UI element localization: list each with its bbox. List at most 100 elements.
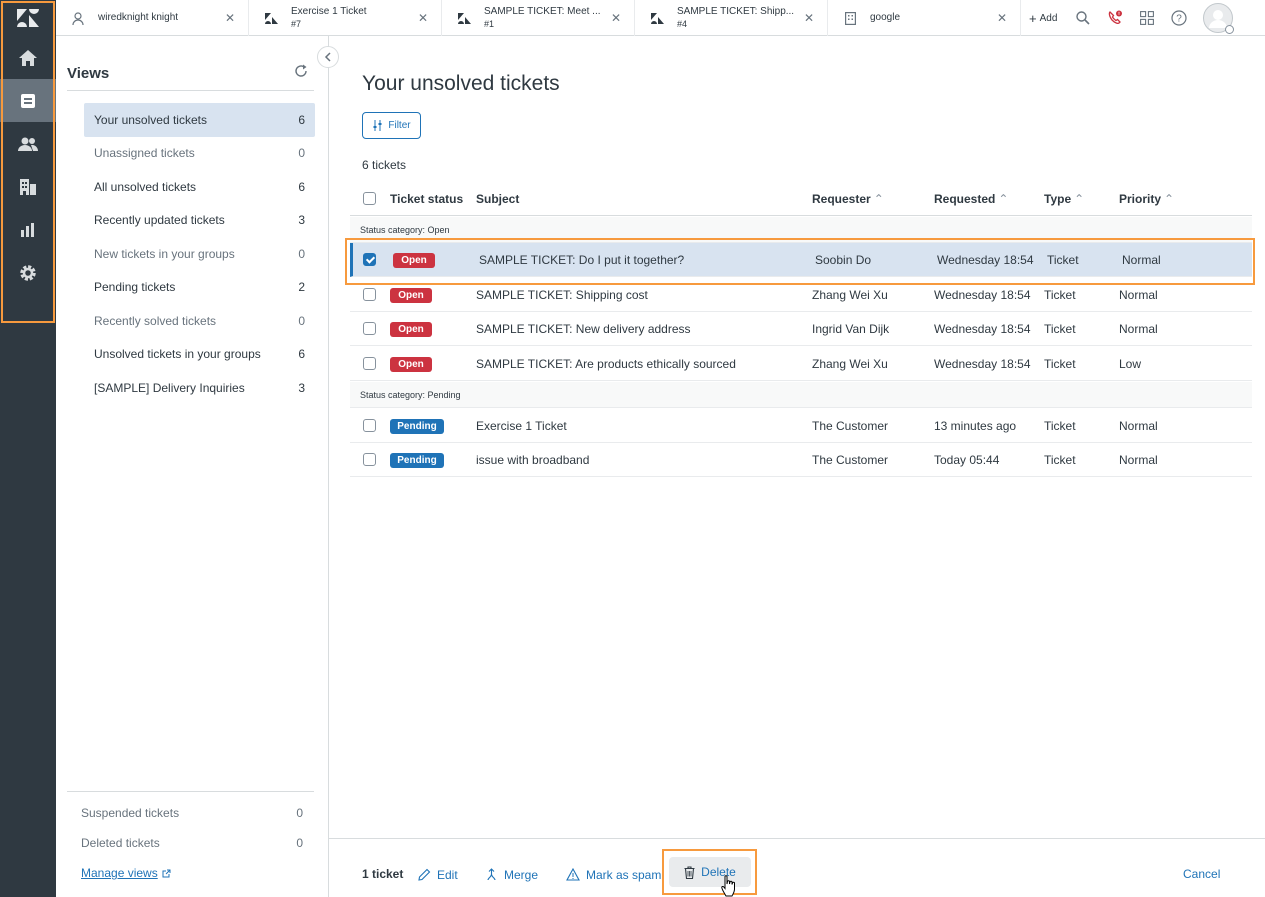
view-item-deleted[interactable]: Deleted tickets 0 — [81, 828, 303, 858]
tab-organization[interactable]: google ✕ — [828, 0, 1021, 36]
svg-text:?: ? — [1177, 14, 1183, 25]
ticket-type: Ticket — [1047, 252, 1079, 267]
organizations-icon[interactable] — [0, 165, 56, 208]
phone-icon[interactable] — [1105, 8, 1125, 28]
customers-icon[interactable] — [0, 122, 56, 165]
trash-icon — [684, 865, 695, 879]
view-item-pending[interactable]: Pending tickets 2 — [84, 271, 315, 305]
table-row[interactable]: Open SAMPLE TICKET: Do I put it together… — [350, 243, 1252, 277]
ticket-requester: Zhang Wei Xu — [812, 356, 888, 371]
edit-button[interactable]: Edit — [418, 861, 458, 888]
sort-icon: ⌃ — [1074, 191, 1085, 206]
column-header-status[interactable]: Ticket status — [390, 192, 476, 206]
tab-subtitle: #7 — [291, 19, 302, 29]
column-header-subject[interactable]: Subject — [476, 192, 812, 206]
bulk-action-bar: 1 ticket Edit Merge Mark as spam Delete … — [329, 838, 1265, 897]
close-icon[interactable]: ✕ — [803, 11, 815, 25]
ticket-subject[interactable]: issue with broadband — [476, 453, 812, 467]
add-button[interactable]: + Add — [1029, 11, 1057, 26]
view-item-unsolved-in-groups[interactable]: Unsolved tickets in your groups 6 — [84, 338, 315, 372]
tab-subtitle: #1 — [484, 19, 495, 29]
table-row[interactable]: Open SAMPLE TICKET: New delivery address… — [350, 312, 1252, 346]
table-row[interactable]: Open SAMPLE TICKET: Are products ethical… — [350, 347, 1252, 381]
close-icon[interactable]: ✕ — [417, 11, 429, 25]
delete-button[interactable]: Delete — [669, 857, 751, 887]
close-icon[interactable]: ✕ — [996, 11, 1008, 25]
reporting-icon[interactable] — [0, 208, 56, 251]
select-all-checkbox[interactable] — [363, 192, 376, 205]
merge-button[interactable]: Merge — [485, 861, 538, 888]
column-header-type[interactable]: Type ⌃ — [1044, 192, 1119, 206]
manage-views-link[interactable]: Manage views — [81, 866, 171, 880]
tab-user[interactable]: wiredknight knight ✕ — [56, 0, 249, 36]
status-indicator — [1225, 25, 1235, 34]
view-item-delivery-inquiries[interactable]: [SAMPLE] Delivery Inquiries 3 — [84, 371, 315, 405]
view-item-your-unsolved[interactable]: Your unsolved tickets 6 — [84, 103, 315, 137]
tab-ticket-7[interactable]: Exercise 1 Ticket #7 ✕ — [249, 0, 442, 36]
filter-button[interactable]: Filter — [362, 112, 421, 139]
divider — [67, 791, 314, 792]
ticket-requested: Wednesday 18:54 — [934, 287, 1031, 302]
view-item-new-in-groups[interactable]: New tickets in your groups 0 — [84, 237, 315, 271]
row-checkbox[interactable] — [363, 453, 376, 466]
view-item-unassigned[interactable]: Unassigned tickets 0 — [84, 137, 315, 171]
pencil-icon — [418, 868, 431, 881]
tab-ticket-1[interactable]: SAMPLE TICKET: Meet ... #1 ✕ — [442, 0, 635, 36]
tab-title: Exercise 1 Ticket — [291, 6, 367, 17]
group-header-pending: Status category: Pending — [350, 382, 1252, 408]
column-header-priority[interactable]: Priority ⌃ — [1119, 192, 1209, 206]
ticket-type: Ticket — [1044, 287, 1076, 302]
tab-title: SAMPLE TICKET: Meet ... — [484, 6, 601, 17]
row-checkbox[interactable] — [363, 253, 376, 266]
refresh-icon[interactable] — [294, 64, 308, 81]
external-link-icon — [162, 869, 171, 877]
table-row[interactable]: Pending Exercise 1 Ticket The Customer 1… — [350, 409, 1252, 443]
ticket-subject[interactable]: SAMPLE TICKET: Shipping cost — [476, 288, 812, 302]
selected-count: 1 ticket — [362, 867, 404, 881]
help-icon[interactable]: ? — [1169, 8, 1189, 28]
ticket-subject[interactable]: Exercise 1 Ticket — [476, 419, 812, 433]
sort-icon: ⌃ — [998, 191, 1009, 206]
tab-ticket-4[interactable]: SAMPLE TICKET: Shipp... #4 ✕ — [635, 0, 828, 36]
apps-grid-icon[interactable] — [1137, 8, 1157, 28]
main-content: Your unsolved tickets Filter 6 tickets T… — [329, 36, 1265, 897]
row-checkbox[interactable] — [363, 288, 376, 301]
user-avatar[interactable] — [1203, 3, 1235, 34]
search-icon[interactable] — [1073, 8, 1093, 28]
views-panel: Views Your unsolved tickets 6 Unassigned … — [56, 36, 329, 897]
plus-icon: + — [1029, 10, 1037, 26]
table-row[interactable]: Open SAMPLE TICKET: Shipping cost Zhang … — [350, 278, 1252, 312]
hand-cursor-icon — [721, 875, 735, 897]
ticket-requester: The Customer — [812, 418, 889, 433]
cancel-button[interactable]: Cancel — [1183, 867, 1220, 881]
table-row[interactable]: Pending issue with broadband The Custome… — [350, 443, 1252, 477]
tab-subtitle: #4 — [677, 19, 688, 29]
row-checkbox[interactable] — [363, 322, 376, 335]
zendesk-logo-icon[interactable] — [0, 0, 56, 36]
column-header-requester[interactable]: Requester ⌃ — [812, 192, 934, 206]
view-bottom-list: Suspended tickets 0 Deleted tickets 0 — [81, 798, 303, 858]
view-item-recently-solved[interactable]: Recently solved tickets 0 — [84, 304, 315, 338]
ticket-subject[interactable]: SAMPLE TICKET: Are products ethically so… — [476, 357, 812, 371]
ticket-type: Ticket — [1044, 418, 1076, 433]
ticket-priority: Normal — [1119, 452, 1158, 467]
sort-icon: ⌃ — [873, 191, 884, 206]
ticket-subject[interactable]: SAMPLE TICKET: New delivery address — [476, 322, 812, 336]
left-rail — [0, 0, 56, 897]
ticket-priority: Normal — [1119, 321, 1158, 336]
group-header-open: Status category: Open — [350, 217, 1252, 243]
close-icon[interactable]: ✕ — [610, 11, 622, 25]
ticket-subject[interactable]: SAMPLE TICKET: Do I put it together? — [479, 253, 815, 267]
home-icon[interactable] — [0, 36, 56, 79]
column-header-requested[interactable]: Requested ⌃ — [934, 192, 1044, 206]
warning-icon — [566, 868, 580, 881]
view-item-suspended[interactable]: Suspended tickets 0 — [81, 798, 303, 828]
view-item-all-unsolved[interactable]: All unsolved tickets 6 — [84, 170, 315, 204]
row-checkbox[interactable] — [363, 357, 376, 370]
view-item-recently-updated[interactable]: Recently updated tickets 3 — [84, 204, 315, 238]
admin-gear-icon[interactable] — [0, 251, 56, 294]
row-checkbox[interactable] — [363, 419, 376, 432]
views-icon[interactable] — [0, 79, 56, 122]
mark-as-spam-button[interactable]: Mark as spam — [566, 861, 661, 888]
close-icon[interactable]: ✕ — [224, 11, 236, 25]
